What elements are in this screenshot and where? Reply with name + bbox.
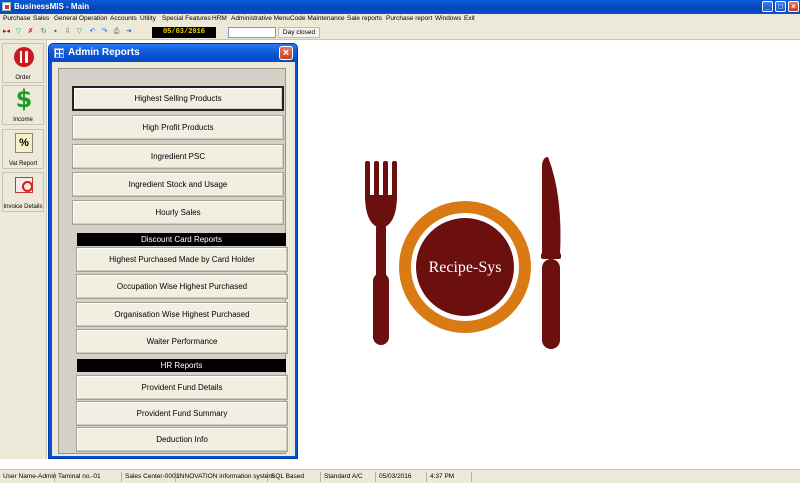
status-db: SQL Based [269,472,321,482]
deduction-info-button[interactable]: Deduction Info [76,427,288,452]
admin-reports-dialog: Admin Reports × Highest Selling Products… [48,43,298,459]
menu-sale-reports[interactable]: Sale reports [347,15,382,22]
status-date: 05/03/2016 [377,472,427,482]
plate-cutlery-icon [365,157,561,349]
status-company: INNOVATION information system [178,472,274,482]
logo-text: Recipe-Sys [428,259,502,276]
date-display: 05/03/2016 [152,27,216,38]
dialog-title-bar: Admin Reports × [49,44,297,62]
menu-purchase[interactable]: Purchase [3,15,30,22]
sidebar-item-label: Income [13,117,33,123]
high-profit-products-button[interactable]: High Profit Products [72,115,284,140]
minimize-button[interactable]: _ [762,1,773,12]
sidebar-item-label: Invoice Details [3,204,43,210]
status-user: User Name-Admin [3,472,57,482]
hourly-sales-button[interactable]: Hourly Sales [72,200,284,225]
record-nav-icon[interactable]: ▸◂ [2,27,11,36]
sidebar-item-vat-report[interactable]: % Vat Report [2,129,44,169]
title-bar: BusinessMIS - Main _ □ × [0,0,800,14]
occupation-wise-highest-purchased-button[interactable]: Occupation Wise Highest Purchased [76,274,288,299]
dollar-icon: $ [15,85,33,113]
dialog-body: Highest Selling Products High Profit Pro… [52,62,295,456]
report-button-panel: Highest Selling Products High Profit Pro… [58,68,288,454]
dialog-close-button[interactable]: × [279,46,293,60]
status-time: 4:37 PM [428,472,472,482]
print-icon[interactable]: ⎙ [112,27,121,36]
menu-exit[interactable]: Exit [464,15,475,22]
undo-icon[interactable]: ↶ [88,27,97,36]
sidebar: Order $ Income % Vat Report Invoice Deta… [0,40,47,459]
menu-general-operation[interactable]: General Operation [54,15,107,22]
menu-utility[interactable]: Utility [140,15,156,22]
menu-purchase-report[interactable]: Purchase report [386,15,432,22]
waiter-performance-button[interactable]: Waiter Performance [76,329,288,354]
status-account: Standard A/C [322,472,376,482]
window-title: BusinessMIS - Main [14,2,90,11]
day-closed-button[interactable]: Day closed [278,27,320,38]
menu-windows[interactable]: Windows [435,15,461,22]
discount-card-reports-header: Discount Card Reports [77,233,286,246]
redo-icon[interactable]: ↷ [100,27,109,36]
invoice-search-icon [15,177,33,193]
maximize-button[interactable]: □ [775,1,786,12]
save-icon[interactable]: ▪ [51,27,60,36]
sidebar-item-income[interactable]: $ Income [2,85,44,125]
provident-fund-summary-button[interactable]: Provident Fund Summary [76,401,288,426]
close-button[interactable]: × [788,1,799,12]
status-sales-center: Sales Center-0001 [125,472,180,482]
recipe-sys-logo: Recipe-Sys [360,155,570,355]
ingredient-psc-button[interactable]: Ingredient PSC [72,144,284,169]
clear-filter-icon[interactable]: ✗ [26,27,35,36]
highest-selling-products-button[interactable]: Highest Selling Products [72,86,284,111]
reports-icon [54,48,64,58]
menu-special-features[interactable]: Special Features [162,15,211,22]
filter-icon[interactable]: ▽ [14,27,23,36]
sidebar-item-label: Vat Report [8,161,38,167]
menu-hrm[interactable]: HRM [212,15,227,22]
sidebar-item-invoice-details[interactable]: Invoice Details [2,172,44,212]
menu-bar: Purchase Sales General Operation Account… [0,14,800,25]
status-bar: User Name-Admin Taminal no.-01 Sales Cen… [0,469,800,483]
refresh-icon[interactable]: ↻ [39,27,48,36]
hr-reports-header: HR Reports [77,359,286,372]
menu-accounts[interactable]: Accounts [110,15,137,22]
menu-code-maintenance[interactable]: Code Maintenance [290,15,345,22]
percent-icon: % [15,133,33,153]
toolbar: ▸◂ ▽ ✗ ↻ ▪ ⇩ ▽ ↶ ↷ ⎙ ⇥ 05/03/2016 Day cl… [0,25,800,40]
fork-knife-icon [14,47,34,67]
provident-fund-details-button[interactable]: Provident Fund Details [76,375,288,400]
organisation-wise-highest-purchased-button[interactable]: Organisation Wise Highest Purchased [76,302,288,327]
app-icon [2,2,11,11]
sidebar-item-order[interactable]: Order [2,43,44,83]
ingredient-stock-usage-button[interactable]: Ingredient Stock and Usage [72,172,284,197]
exit-icon[interactable]: ⇥ [124,27,133,36]
sidebar-item-label: Order [15,75,31,81]
menu-administrative-menu[interactable]: Administrative Menu [231,15,290,22]
export-icon[interactable]: ⇩ [63,27,72,36]
toolbar-field[interactable] [228,27,276,38]
highest-purchased-card-holder-button[interactable]: Highest Purchased Made by Card Holder [76,247,288,272]
dialog-title: Admin Reports [68,47,140,58]
menu-sales[interactable]: Sales [33,15,49,22]
filter-2-icon[interactable]: ▽ [75,27,84,36]
status-terminal: Taminal no.-01 [56,472,122,482]
